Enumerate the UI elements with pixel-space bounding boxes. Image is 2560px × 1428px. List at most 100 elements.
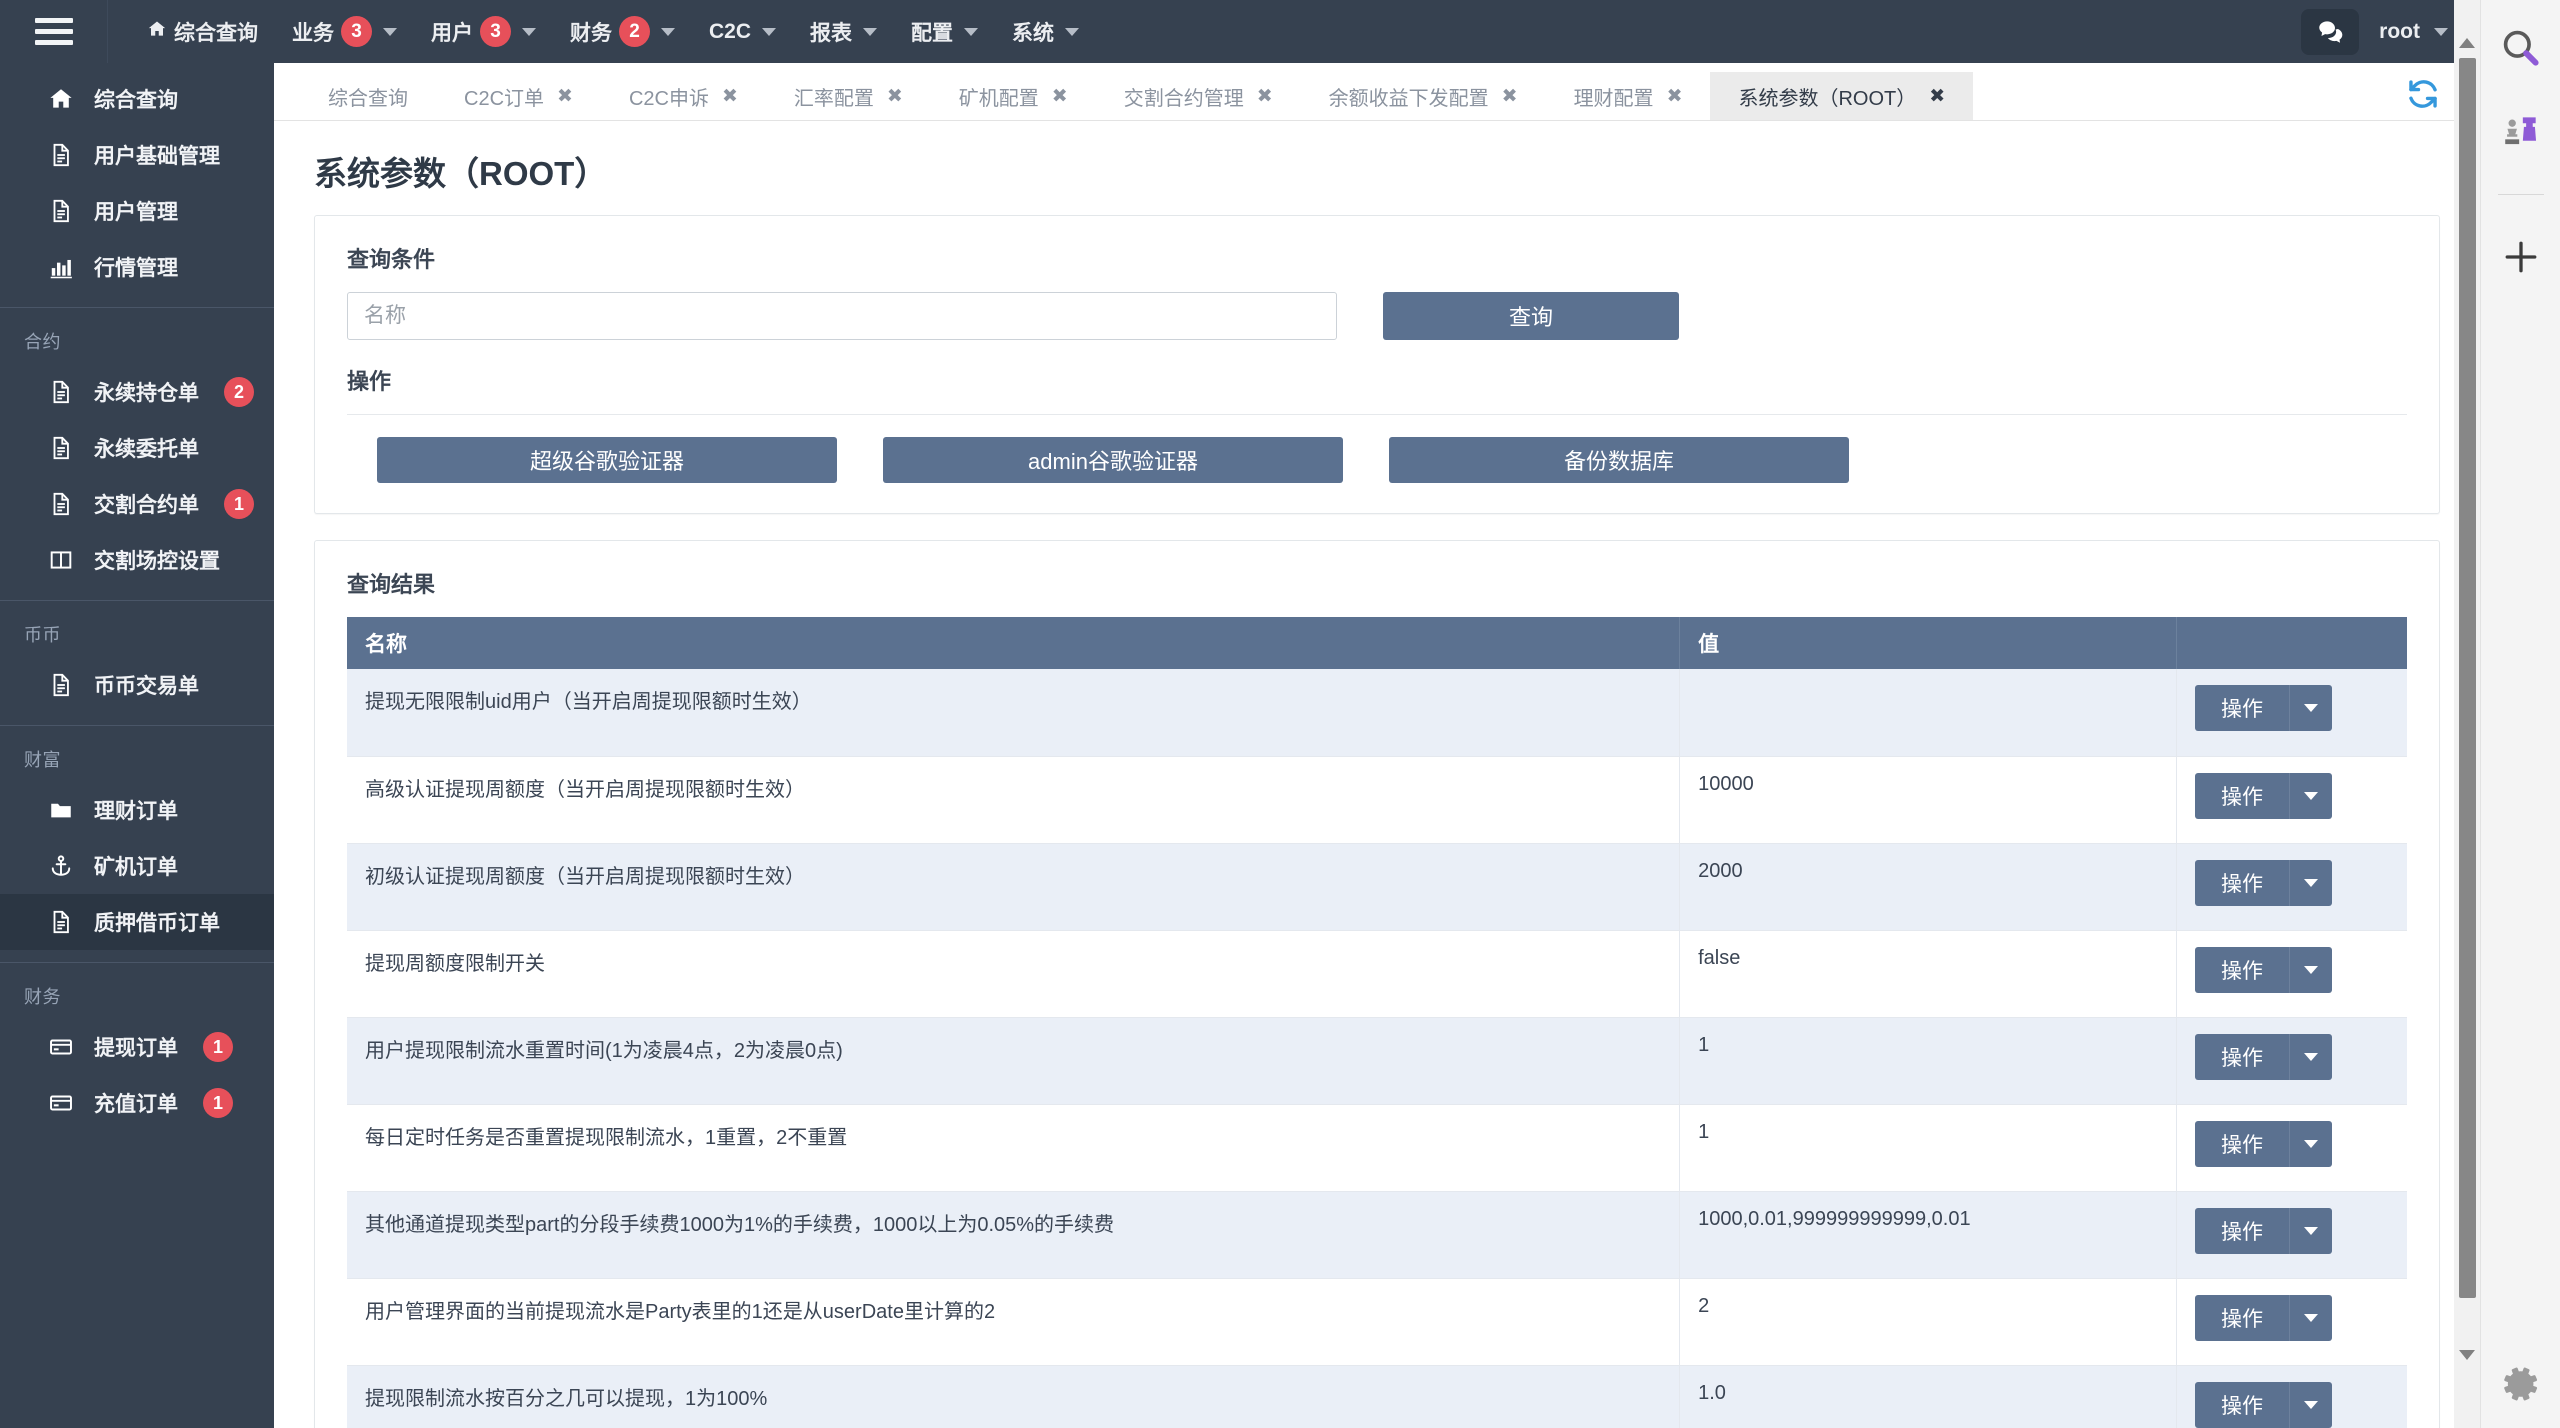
nav-item-6[interactable]: 配置 [894, 0, 995, 63]
tab-理财配置[interactable]: 理财配置 ✖ [1546, 72, 1711, 120]
row-action-split-button[interactable]: 操作 [2195, 685, 2333, 731]
scroll-down-arrow-icon[interactable] [2454, 1342, 2480, 1368]
tab-C2C申诉[interactable]: C2C申诉 ✖ [601, 72, 766, 120]
row-action-button[interactable]: 操作 [2195, 1294, 2291, 1341]
row-action-dropdown-toggle[interactable] [2290, 859, 2333, 906]
cell-name: 每日定时任务是否重置提现限制流水，1重置，2不重置 [347, 1104, 1681, 1192]
columns-icon [46, 547, 76, 573]
nav-item-3[interactable]: 财务 2 [553, 0, 692, 63]
row-action-dropdown-toggle[interactable] [2290, 1207, 2333, 1254]
close-icon[interactable]: ✖ [1257, 85, 1273, 108]
document-icon [46, 672, 76, 698]
sidebar-item-永续持仓单[interactable]: 永续持仓单 2 [0, 364, 274, 420]
sidebar-item-矿机订单[interactable]: 矿机订单 [0, 838, 274, 894]
row-action-dropdown-toggle[interactable] [2290, 772, 2333, 819]
row-action-dropdown-toggle[interactable] [2290, 1033, 2333, 1080]
nav-item-0[interactable]: 综合查询 [130, 0, 275, 63]
nav-item-4[interactable]: C2C [692, 0, 793, 63]
nav-item-2[interactable]: 用户 3 [414, 0, 553, 63]
row-action-button[interactable]: 操作 [2195, 1381, 2291, 1428]
close-icon[interactable]: ✖ [1502, 85, 1518, 108]
close-icon[interactable]: ✖ [557, 85, 573, 108]
scroll-up-arrow-icon[interactable] [2454, 30, 2480, 56]
close-icon[interactable]: ✖ [722, 85, 738, 108]
gear-icon[interactable] [2499, 1362, 2543, 1406]
nav-item-1[interactable]: 业务 3 [275, 0, 414, 63]
row-action-button[interactable]: 操作 [2195, 1207, 2291, 1254]
sidebar-item-质押借币订单[interactable]: 质押借币订单 [0, 894, 274, 950]
row-action-split-button[interactable]: 操作 [2195, 1294, 2333, 1341]
sidebar-item-综合查询[interactable]: 综合查询 [0, 71, 274, 127]
close-icon[interactable]: ✖ [887, 85, 903, 108]
tab-余额收益下发配置[interactable]: 余额收益下发配置 ✖ [1301, 72, 1546, 120]
sidebar-item-币币交易单[interactable]: 币币交易单 [0, 657, 274, 713]
name-search-input[interactable] [347, 292, 1337, 340]
cell-actions: 操作 [2176, 1017, 2407, 1105]
row-action-button[interactable]: 操作 [2195, 1120, 2291, 1167]
row-action-split-button[interactable]: 操作 [2195, 859, 2333, 906]
left-sidebar[interactable]: 综合查询 用户基础管理 用户管理 行情管理 合约 永续持仓单 2 永续委托单 交割合… [0, 63, 274, 1428]
tab-汇率配置[interactable]: 汇率配置 ✖ [766, 72, 931, 120]
sidebar-item-用户基础管理[interactable]: 用户基础管理 [0, 127, 274, 183]
close-icon[interactable]: ✖ [1929, 85, 1945, 108]
row-action-split-button[interactable]: 操作 [2195, 772, 2333, 819]
sidebar-item-充值订单[interactable]: 充值订单 1 [0, 1075, 274, 1131]
row-action-split-button[interactable]: 操作 [2195, 1381, 2333, 1428]
user-menu[interactable]: root [2363, 0, 2466, 63]
row-action-dropdown-toggle[interactable] [2290, 1294, 2333, 1341]
row-action-dropdown-toggle[interactable] [2290, 685, 2333, 731]
scrollbar-thumb[interactable] [2459, 58, 2476, 1298]
content-area: 综合查询 C2C订单 ✖ C2C申诉 ✖ 汇率配置 ✖ 矿机配置 ✖ 交割合约管理 ✖ 余额收益下发配… [274, 63, 2480, 1428]
tab-矿机配置[interactable]: 矿机配置 ✖ [931, 72, 1096, 120]
query-button[interactable]: 查询 [1383, 292, 1679, 340]
nav-item-label: 系统 [1012, 21, 1055, 45]
sidebar-item-用户管理[interactable]: 用户管理 [0, 183, 274, 239]
cell-actions: 操作 [2176, 1278, 2407, 1366]
sidebar-item-提现订单[interactable]: 提现订单 1 [0, 1019, 274, 1075]
tab-综合查询[interactable]: 综合查询 [300, 72, 436, 120]
row-action-split-button[interactable]: 操作 [2195, 1033, 2333, 1080]
refresh-icon[interactable] [2406, 77, 2440, 111]
row-action-split-button[interactable]: 操作 [2195, 1207, 2333, 1254]
admin-console: 综合查询 业务 3 用户 3 财务 2 C2C 报表 配置 系统 root 综合查询 用户基础管理 … [0, 0, 2560, 1428]
nav-item-7[interactable]: 系统 [995, 0, 1096, 63]
row-action-button[interactable]: 操作 [2195, 685, 2291, 731]
sidebar-group-0: 综合查询 用户基础管理 用户管理 行情管理 [0, 63, 274, 308]
chess-pieces-icon[interactable] [2499, 110, 2543, 154]
sidebar-item-交割合约单[interactable]: 交割合约单 1 [0, 476, 274, 532]
sidebar-item-理财订单[interactable]: 理财订单 [0, 782, 274, 838]
admin-google-authenticator-button[interactable]: admin谷歌验证器 [883, 437, 1343, 483]
right-rail [2480, 0, 2560, 1428]
sidebar-item-行情管理[interactable]: 行情管理 [0, 239, 274, 295]
hamburger-menu-icon[interactable] [0, 0, 108, 63]
sidebar-item-label: 行情管理 [94, 257, 178, 280]
chevron-down-icon [964, 27, 979, 36]
cell-value: false [1679, 930, 2178, 1018]
close-icon[interactable]: ✖ [1052, 85, 1068, 108]
sidebar-item-永续委托单[interactable]: 永续委托单 [0, 420, 274, 476]
super-google-authenticator-button[interactable]: 超级谷歌验证器 [377, 437, 837, 483]
sidebar-group-heading: 币币 [24, 625, 61, 645]
row-action-button[interactable]: 操作 [2195, 1033, 2291, 1080]
nav-item-badge: 3 [480, 16, 511, 47]
sidebar-item-交割场控设置[interactable]: 交割场控设置 [0, 532, 274, 588]
row-action-button[interactable]: 操作 [2195, 946, 2291, 993]
nav-item-5[interactable]: 报表 [793, 0, 894, 63]
plus-icon[interactable] [2499, 235, 2543, 279]
row-action-dropdown-toggle[interactable] [2290, 946, 2333, 993]
backup-database-button[interactable]: 备份数据库 [1389, 437, 1849, 483]
tab-交割合约管理[interactable]: 交割合约管理 ✖ [1096, 72, 1301, 120]
row-action-dropdown-toggle[interactable] [2290, 1381, 2333, 1428]
search-icon[interactable] [2499, 26, 2543, 70]
close-icon[interactable]: ✖ [1667, 85, 1683, 108]
row-action-split-button[interactable]: 操作 [2195, 946, 2333, 993]
tab-C2C订单[interactable]: C2C订单 ✖ [436, 72, 601, 120]
row-action-dropdown-toggle[interactable] [2290, 1120, 2333, 1167]
chat-bubbles-icon[interactable] [2301, 8, 2360, 55]
row-action-button[interactable]: 操作 [2195, 772, 2291, 819]
row-action-split-button[interactable]: 操作 [2195, 1120, 2333, 1167]
tab-系统参数（ROOT）[interactable]: 系统参数（ROOT） ✖ [1710, 72, 1974, 120]
page-scrollbar[interactable] [2454, 0, 2480, 1428]
row-action-button[interactable]: 操作 [2195, 859, 2291, 906]
chevron-down-icon [762, 27, 777, 36]
